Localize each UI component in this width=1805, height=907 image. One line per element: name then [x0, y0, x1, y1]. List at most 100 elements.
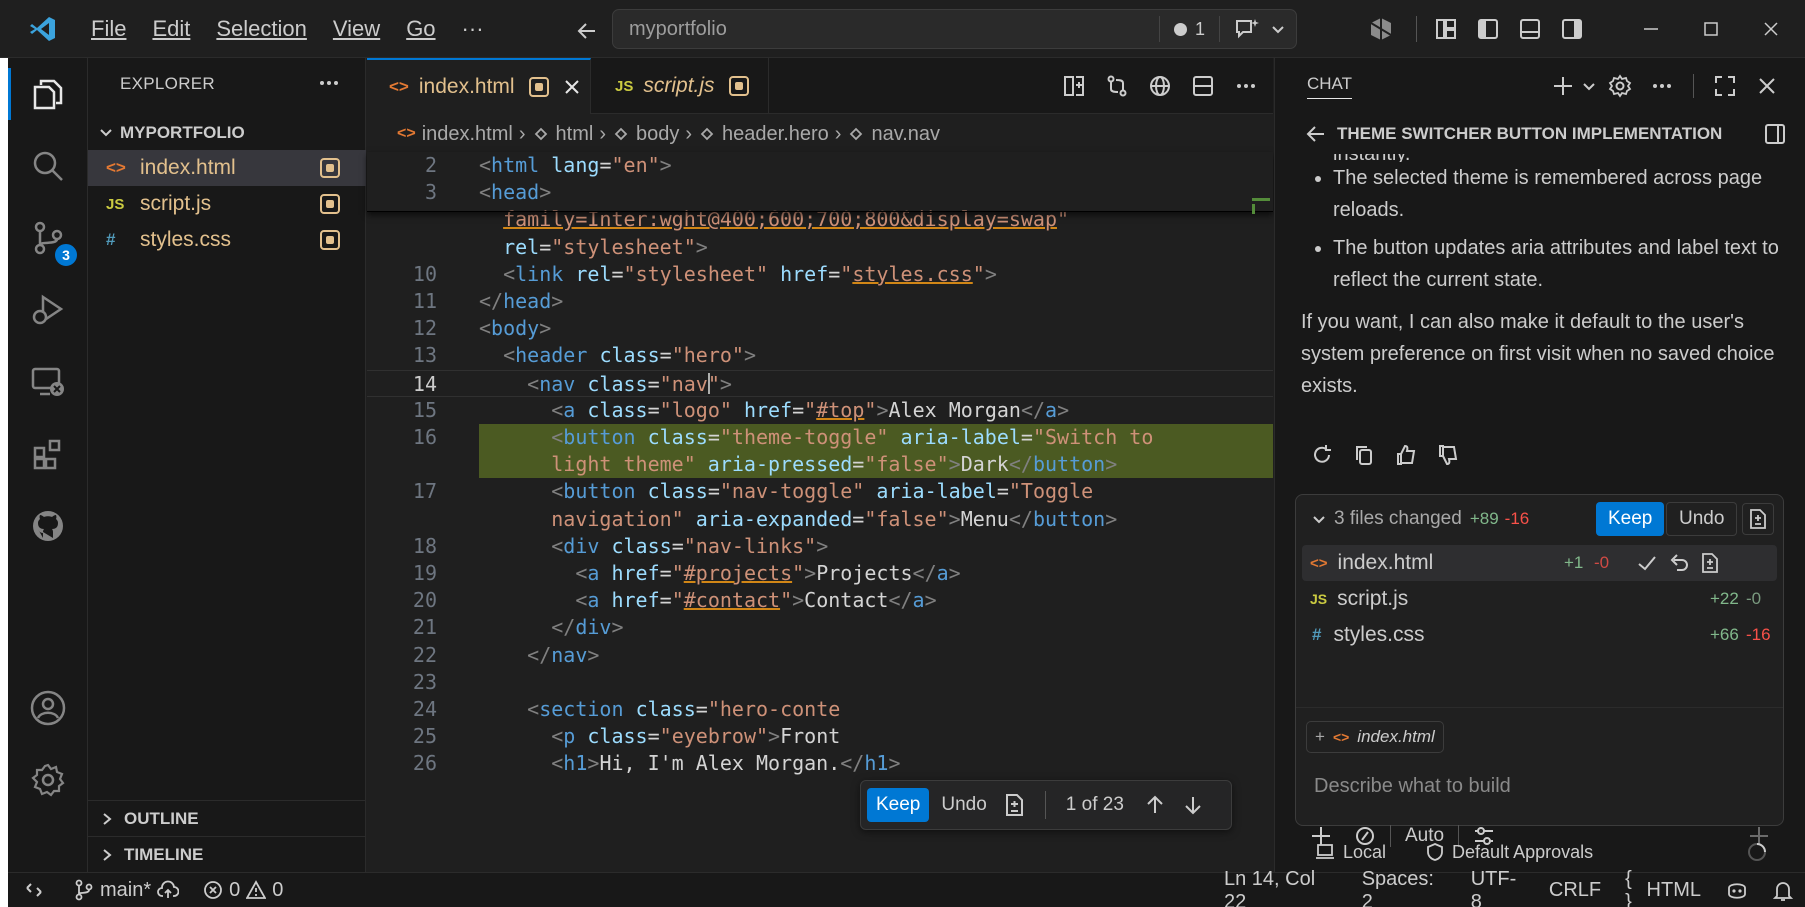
globe-icon[interactable] [1139, 65, 1181, 107]
line-number: 20 [412, 588, 437, 613]
thumbs-down-icon[interactable] [1431, 434, 1465, 476]
chevron-down-icon[interactable] [1579, 65, 1599, 107]
more-actions-icon[interactable] [316, 70, 342, 96]
open-diff-icon[interactable] [1700, 552, 1720, 574]
toggle-panel-icon[interactable] [1509, 8, 1551, 50]
folder-header[interactable]: MYPORTFOLIO [88, 116, 366, 150]
copilot-icon[interactable] [1360, 8, 1402, 50]
menu-view[interactable]: View [320, 10, 393, 48]
menu-selection[interactable]: Selection [203, 10, 320, 48]
code-editor[interactable]: 2 <html lang="en"> 3 <head> family=Inter:wg… [367, 152, 1273, 872]
retry-icon[interactable] [1305, 434, 1339, 476]
view-all-changes-icon[interactable] [1742, 503, 1774, 535]
chat-input[interactable]: Describe what to build [1314, 775, 1511, 798]
undo-change-button[interactable]: Undo [929, 788, 998, 822]
breadcrumb-file[interactable]: <> index.html [397, 123, 513, 146]
language-mode[interactable]: { } HTML [1613, 868, 1713, 907]
tab-script-js[interactable]: JS script.js [591, 58, 769, 114]
end-of-line[interactable]: CRLF [1537, 873, 1613, 907]
open-diff-icon[interactable] [1003, 793, 1025, 817]
problems-indicator[interactable]: 1 [1160, 19, 1219, 40]
breadcrumb-html[interactable]: html [532, 123, 593, 146]
code-line: 10 <link rel="stylesheet" href="styles.c… [367, 261, 1273, 288]
command-center-search[interactable]: myportfolio 1 [612, 9, 1297, 49]
modified-indicator-icon [320, 230, 340, 250]
toggle-primary-sidebar-icon[interactable] [1467, 8, 1509, 50]
context-chip[interactable]: + <> index.html [1306, 721, 1444, 753]
source-control-activity[interactable]: 3 [8, 202, 88, 274]
minimize-icon[interactable] [1621, 8, 1681, 50]
notifications-bell-icon[interactable] [1761, 873, 1805, 907]
previous-change-icon[interactable] [1144, 794, 1166, 816]
menu-edit[interactable]: Edit [139, 10, 203, 48]
keep-file-icon[interactable] [1636, 552, 1658, 574]
chevron-right-icon: › [685, 122, 693, 145]
open-changes-icon[interactable] [1053, 65, 1095, 107]
chevron-down-icon[interactable] [1270, 21, 1296, 37]
toggle-secondary-sidebar-icon[interactable] [1551, 8, 1593, 50]
file-item-script-js[interactable]: JS script.js [88, 186, 366, 222]
back-arrow-icon[interactable] [572, 10, 602, 52]
breadcrumb-nav[interactable]: nav.nav [847, 123, 940, 146]
compare-icon[interactable] [1096, 65, 1138, 107]
copilot-chat-icon[interactable] [1220, 17, 1270, 41]
maximize-panel-icon[interactable] [1704, 65, 1746, 107]
github-icon [30, 508, 66, 544]
close-tab-icon[interactable] [563, 78, 581, 96]
copilot-status-icon[interactable] [1713, 873, 1761, 907]
new-chat-icon[interactable] [1547, 65, 1579, 107]
branch-indicator[interactable]: main* [62, 873, 191, 907]
customize-layout-icon[interactable] [1425, 8, 1467, 50]
changed-file-script-js[interactable]: JS script.js +22 -0 [1302, 581, 1777, 617]
problems-indicator[interactable]: 0 0 [191, 873, 295, 907]
indentation[interactable]: Spaces: 2 [1350, 868, 1459, 907]
toggle-sidebar-icon[interactable] [1763, 122, 1787, 146]
keep-change-button[interactable]: Keep [867, 788, 930, 822]
tab-index-html[interactable]: <> index.html [367, 58, 591, 114]
publish-cloud-icon[interactable] [157, 880, 180, 900]
split-editor-icon[interactable] [1182, 65, 1224, 107]
html-file-icon: <> [389, 77, 409, 96]
next-change-icon[interactable] [1182, 794, 1204, 816]
back-arrow-icon[interactable] [1305, 123, 1327, 145]
accounts-activity[interactable] [8, 672, 88, 744]
search-activity[interactable] [8, 130, 88, 202]
menu-file[interactable]: File [78, 10, 139, 48]
gear-icon[interactable] [1599, 65, 1641, 107]
chevron-down-icon [1312, 512, 1326, 526]
close-panel-icon[interactable] [1746, 65, 1788, 107]
remote-indicator[interactable] [8, 873, 62, 907]
manage-activity[interactable] [8, 744, 88, 816]
approvals-setting[interactable]: Default Approvals [1452, 842, 1593, 863]
encoding[interactable]: UTF-8 [1459, 868, 1537, 907]
close-window-icon[interactable] [1741, 8, 1801, 50]
copy-icon[interactable] [1347, 434, 1381, 476]
remote-explorer-activity[interactable] [8, 346, 88, 418]
changed-file-index-html[interactable]: <> index.html +1 -0 [1302, 545, 1777, 581]
changed-file-styles-css[interactable]: # styles.css +66 -16 [1302, 617, 1777, 653]
timeline-section[interactable]: TIMELINE [88, 836, 366, 872]
run-debug-activity[interactable] [8, 274, 88, 346]
thumbs-up-icon[interactable] [1389, 434, 1423, 476]
session-location[interactable]: Local [1343, 842, 1386, 863]
code-text: <section class="hero-conte [527, 697, 841, 721]
outline-section[interactable]: OUTLINE [88, 800, 366, 836]
explorer-activity[interactable] [8, 58, 88, 130]
github-activity[interactable] [8, 490, 88, 562]
maximize-icon[interactable] [1681, 8, 1741, 50]
extensions-activity[interactable] [8, 418, 88, 490]
cursor-position[interactable]: Ln 14, Col 22 [1212, 868, 1350, 907]
code-line: 2 <html lang="en"> [367, 152, 1273, 179]
changed-files-header[interactable]: 3 files changed +89 -16 Keep Undo [1296, 495, 1783, 543]
breadcrumb-body[interactable]: body [612, 123, 679, 146]
undo-file-icon[interactable] [1668, 552, 1690, 574]
more-actions-icon[interactable] [1225, 65, 1267, 107]
keep-all-button[interactable]: Keep [1596, 502, 1665, 536]
file-item-index-html[interactable]: <> index.html [88, 150, 366, 186]
more-actions-icon[interactable] [1641, 65, 1683, 107]
menu-go[interactable]: Go [393, 10, 448, 48]
menu-more[interactable]: ··· [449, 10, 497, 48]
file-item-styles-css[interactable]: # styles.css [88, 222, 366, 258]
undo-all-button[interactable]: Undo [1666, 502, 1738, 536]
breadcrumb-header[interactable]: header.hero [698, 123, 829, 146]
